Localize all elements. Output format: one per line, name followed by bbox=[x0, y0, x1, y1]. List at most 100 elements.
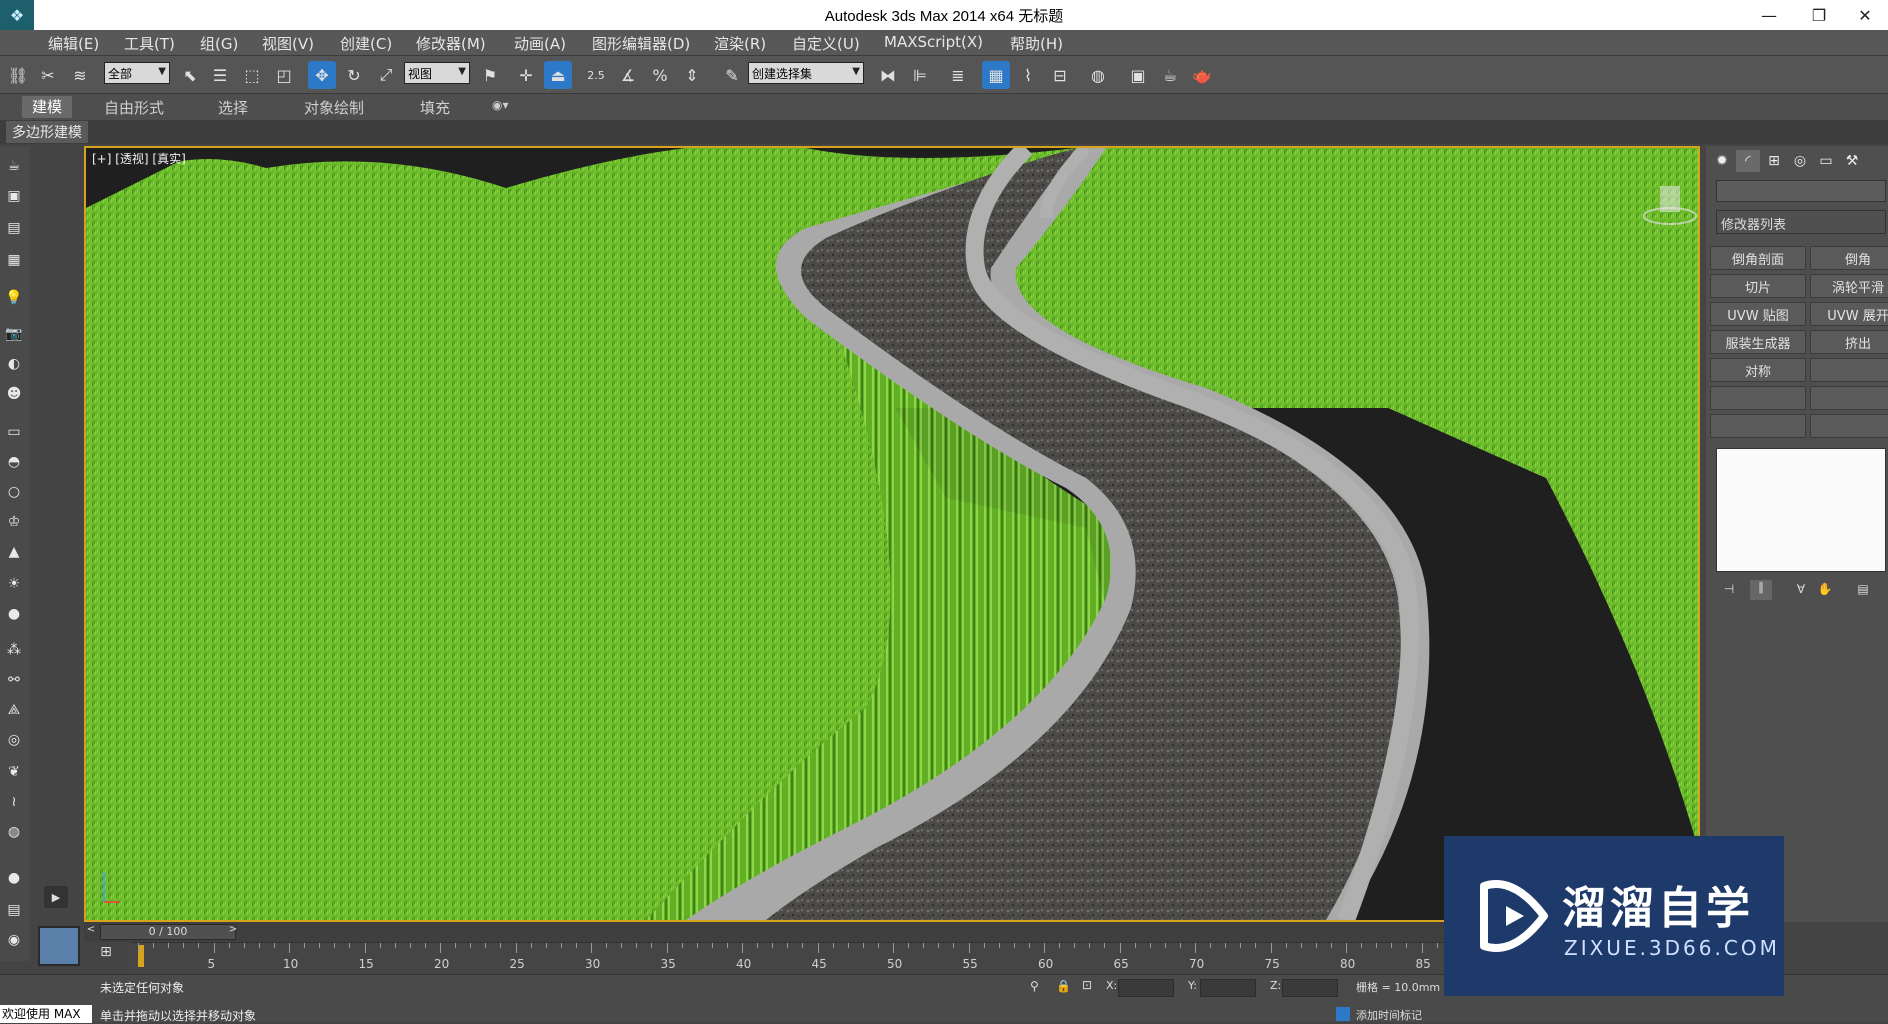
absolute-mode-icon[interactable]: ⊡ bbox=[1082, 978, 1092, 992]
texture-icon[interactable]: ◍ bbox=[2, 820, 26, 844]
toggle-icon[interactable]: ◉ bbox=[2, 928, 26, 952]
angle-snap-icon[interactable]: ∡ bbox=[614, 61, 642, 89]
crown-icon[interactable]: ♔ bbox=[2, 510, 26, 534]
window-crossing-icon[interactable]: ◰ bbox=[270, 61, 298, 89]
character-icon[interactable]: ☻ bbox=[2, 382, 26, 406]
menu-views[interactable]: 视图(V) bbox=[262, 33, 314, 54]
empty-modifier-button[interactable] bbox=[1710, 386, 1806, 410]
motion-tab-icon[interactable]: ◎ bbox=[1788, 150, 1812, 172]
time-slider[interactable]: 0 / 100 bbox=[100, 924, 236, 940]
disc-icon[interactable]: ● bbox=[2, 602, 26, 626]
camera-icon[interactable]: 📷 bbox=[2, 322, 26, 346]
skeleton-icon[interactable]: ⟁ bbox=[2, 698, 26, 722]
lock-selection-icon[interactable]: 🔒 bbox=[1056, 979, 1071, 993]
garment-maker-button[interactable]: 服装生成器 bbox=[1710, 330, 1806, 354]
bevel-profile-button[interactable]: 倒角剖面 bbox=[1710, 246, 1806, 270]
pivot-center-icon[interactable]: ⚑ bbox=[476, 61, 504, 89]
named-selection-dropdown[interactable]: 创建选择集 ▼ bbox=[748, 62, 864, 84]
teapot-icon[interactable]: ☕ bbox=[2, 154, 26, 178]
create-tab-icon[interactable]: ✹ bbox=[1710, 150, 1734, 172]
isolate-icon[interactable]: ⚲ bbox=[1030, 979, 1039, 993]
orb-icon[interactable]: ● bbox=[2, 866, 26, 890]
show-end-result-icon[interactable]: ∥ bbox=[1750, 580, 1772, 600]
maxscript-mini-listener[interactable]: 欢迎使用 MAX bbox=[0, 1005, 92, 1023]
menu-group[interactable]: 组(G) bbox=[200, 33, 238, 54]
edit-named-selection-icon[interactable]: ✎ bbox=[718, 61, 746, 89]
unwrap-uvw-button[interactable]: UVW 展开 bbox=[1810, 302, 1888, 326]
dumbbell-icon[interactable]: ⚯ bbox=[2, 668, 26, 692]
list-icon[interactable]: ▤ bbox=[2, 216, 26, 240]
menu-customize[interactable]: 自定义(U) bbox=[792, 33, 860, 54]
plant-icon[interactable]: ❦ bbox=[2, 760, 26, 784]
sphere-icon[interactable]: ○ bbox=[2, 480, 26, 504]
light-bulb-icon[interactable]: 💡 bbox=[2, 286, 26, 310]
menu-graph-editors[interactable]: 图形编辑器(D) bbox=[592, 33, 690, 54]
render-setup-icon[interactable]: ▣ bbox=[1124, 61, 1152, 89]
symmetry-button[interactable]: 对称 bbox=[1710, 358, 1806, 382]
percent-snap-icon[interactable]: % bbox=[646, 61, 674, 89]
select-manipulate-icon[interactable]: ✛ bbox=[512, 61, 540, 89]
menu-help[interactable]: 帮助(H) bbox=[1010, 33, 1063, 54]
clipboard-icon[interactable]: ▤ bbox=[2, 898, 26, 922]
slice-button[interactable]: 切片 bbox=[1710, 274, 1806, 298]
menu-tools[interactable]: 工具(T) bbox=[124, 33, 175, 54]
modify-tab-icon[interactable]: ◜ bbox=[1736, 150, 1760, 172]
snap-toggle-icon[interactable]: 2.5 bbox=[582, 61, 610, 89]
remove-modifier-icon[interactable]: ✋ bbox=[1814, 582, 1836, 600]
globe-icon[interactable]: ◎ bbox=[2, 728, 26, 752]
turbosmooth-button[interactable]: 涡轮平滑 bbox=[1810, 274, 1888, 298]
hair-icon[interactable]: ≀ bbox=[2, 790, 26, 814]
hierarchy-tab-icon[interactable]: ⊞ bbox=[1762, 150, 1786, 172]
ribbon-options-icon[interactable]: ◉▾ bbox=[492, 98, 509, 112]
tab-object-paint[interactable]: 对象绘制 bbox=[304, 97, 364, 118]
menu-create[interactable]: 创建(C) bbox=[340, 33, 392, 54]
display-tab-icon[interactable]: ▭ bbox=[1814, 150, 1838, 172]
restore-button[interactable]: ❐ bbox=[1796, 0, 1842, 30]
menu-modifiers[interactable]: 修改器(M) bbox=[416, 33, 486, 54]
selection-filter-dropdown[interactable]: 全部 ▼ bbox=[104, 62, 170, 84]
x-coordinate-field[interactable] bbox=[1118, 979, 1174, 997]
cone-icon[interactable]: ▲ bbox=[2, 540, 26, 564]
schematic-view-icon[interactable]: ⊟ bbox=[1046, 61, 1074, 89]
track-bar-menu-icon[interactable]: ⊞ bbox=[94, 944, 118, 964]
extrude-button[interactable]: 挤出 bbox=[1810, 330, 1888, 354]
hemisphere-icon[interactable]: ◓ bbox=[2, 450, 26, 474]
particles-icon[interactable]: ⁂ bbox=[2, 638, 26, 662]
bind-space-warp-icon[interactable]: ≋ bbox=[66, 61, 94, 89]
play-toggle-icon[interactable]: ▶ bbox=[44, 886, 68, 908]
material-editor-icon[interactable]: ◍ bbox=[1084, 61, 1112, 89]
tab-freeform[interactable]: 自由形式 bbox=[104, 97, 164, 118]
modifier-list-dropdown[interactable]: 修改器列表 bbox=[1716, 210, 1886, 234]
bevel-button[interactable]: 倒角 bbox=[1810, 246, 1888, 270]
grid-icon[interactable]: ▦ bbox=[2, 248, 26, 272]
object-name-field[interactable] bbox=[1716, 180, 1886, 202]
time-tag-icon[interactable] bbox=[1336, 1007, 1350, 1021]
select-move-icon[interactable]: ✥ bbox=[308, 61, 336, 89]
viewcube-icon[interactable] bbox=[1642, 178, 1698, 228]
viewport-label[interactable]: [+] [透视] [真实] bbox=[92, 150, 186, 167]
select-by-name-icon[interactable]: ☰ bbox=[206, 61, 234, 89]
sound-icon[interactable]: ◐ bbox=[2, 352, 26, 376]
align-icon[interactable]: ⊫ bbox=[906, 61, 934, 89]
tab-populate[interactable]: 填充 bbox=[420, 97, 450, 118]
menu-maxscript[interactable]: MAXScript(X) bbox=[884, 33, 983, 51]
pin-stack-icon[interactable]: ⊣ bbox=[1718, 582, 1740, 600]
prev-frame-icon[interactable]: < bbox=[84, 924, 98, 940]
modifier-stack-list[interactable] bbox=[1716, 448, 1886, 572]
make-unique-icon[interactable]: ∀ bbox=[1790, 582, 1812, 600]
close-button[interactable]: ✕ bbox=[1842, 0, 1888, 30]
reference-coord-dropdown[interactable]: 视图 ▼ bbox=[404, 62, 470, 84]
render-production-icon[interactable]: 🫖 bbox=[1188, 61, 1216, 89]
z-coordinate-field[interactable] bbox=[1282, 979, 1338, 997]
keyboard-shortcut-override-icon[interactable]: ⏏ bbox=[544, 61, 572, 89]
minimize-button[interactable]: — bbox=[1746, 0, 1792, 30]
plane-icon[interactable]: ▭ bbox=[2, 420, 26, 444]
link-icon[interactable]: ⛓ bbox=[4, 61, 32, 89]
menu-edit[interactable]: 编辑(E) bbox=[48, 33, 99, 54]
mirror-icon[interactable]: ⧓ bbox=[874, 61, 902, 89]
spinner-snap-icon[interactable]: ⇕ bbox=[678, 61, 706, 89]
menu-rendering[interactable]: 渲染(R) bbox=[714, 33, 766, 54]
menu-animation[interactable]: 动画(A) bbox=[514, 33, 566, 54]
y-coordinate-field[interactable] bbox=[1200, 979, 1256, 997]
empty-modifier-button[interactable] bbox=[1710, 414, 1806, 438]
